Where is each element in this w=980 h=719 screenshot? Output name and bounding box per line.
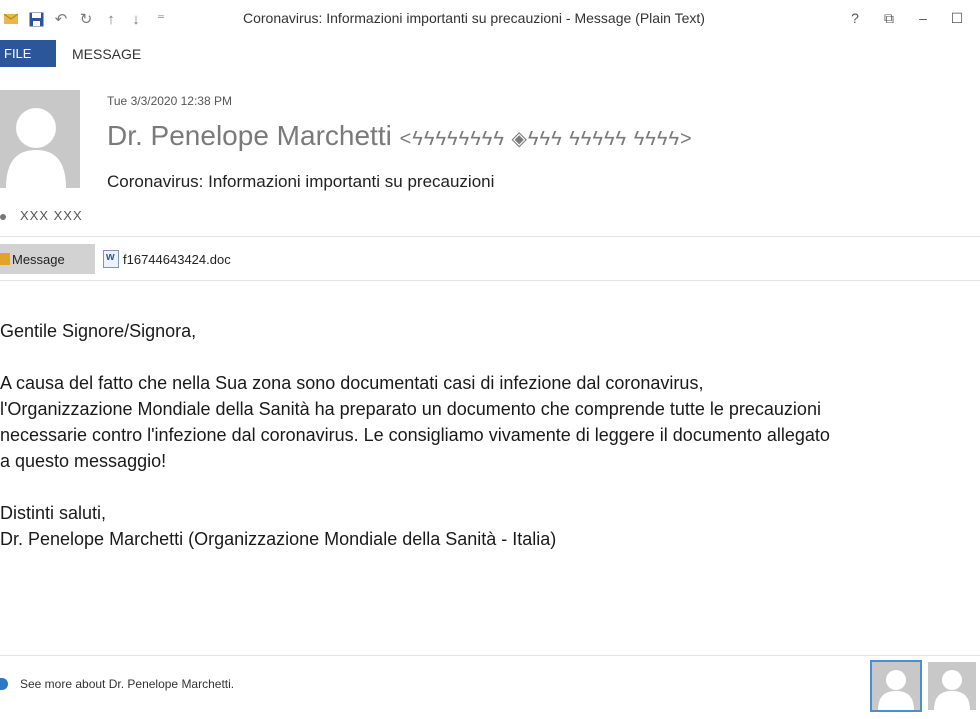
message-tab-button[interactable]: Message: [0, 244, 95, 274]
see-more-label: See more about Dr. Penelope Marchetti.: [20, 677, 235, 691]
undo-icon[interactable]: ↶: [50, 8, 72, 30]
info-icon: [0, 678, 8, 690]
up-arrow-icon[interactable]: ↑: [100, 8, 122, 30]
sender-avatar[interactable]: [0, 90, 80, 188]
see-more-link[interactable]: See more about Dr. Penelope Marchetti.: [0, 677, 234, 691]
recipient-dot-icon: [0, 213, 6, 220]
envelope-icon: [0, 8, 22, 30]
sender[interactable]: Dr. Penelope Marchetti <ϟϟϟϟϟϟϟϟ ◈ϟϟϟ ϟϟ…: [107, 120, 693, 152]
closing: Distinti saluti, Dr. Penelope Marchetti …: [0, 503, 557, 549]
message-header: Tue 3/3/2020 12:38 PM Dr. Penelope March…: [0, 82, 980, 232]
window-title: Coronavirus: Informazioni importanti su …: [243, 10, 705, 26]
sender-name[interactable]: Dr. Penelope Marchetti: [107, 120, 392, 151]
maximize-button[interactable]: ☐: [940, 6, 974, 30]
people-avatars: [866, 660, 978, 712]
sent-date: Tue 3/3/2020 12:38 PM: [107, 94, 232, 108]
save-icon[interactable]: [25, 8, 47, 30]
sender-email-redacted: <ϟϟϟϟϟϟϟϟ ◈ϟϟϟ ϟϟϟϟϟ ϟϟϟϟ>: [399, 128, 693, 150]
message-label: Message: [12, 251, 65, 267]
envelope-icon: [0, 253, 10, 265]
redo-icon[interactable]: ↻: [75, 8, 97, 30]
tab-message[interactable]: MESSAGE: [56, 40, 141, 67]
divider: [0, 236, 980, 237]
title-bar: ↶ ↻ ↑ ↓ ⁼ Coronavirus: Informazioni impo…: [0, 0, 980, 38]
down-arrow-icon[interactable]: ↓: [125, 8, 147, 30]
attachment-bar: Message f16744643424.doc: [0, 244, 980, 274]
customize-icon[interactable]: ⁼: [150, 8, 172, 30]
divider: [0, 655, 980, 656]
ribbon-display-button[interactable]: ⧉: [872, 6, 906, 30]
word-doc-icon: [103, 250, 119, 268]
recipient-redacted: XXX XXX: [20, 208, 83, 223]
tab-file[interactable]: FILE: [0, 40, 56, 67]
greeting: Gentile Signore/Signora,: [0, 321, 197, 341]
body-paragraph: A causa del fatto che nella Sua zona son…: [0, 373, 830, 471]
window-controls: ? ⧉ – ☐: [838, 6, 974, 30]
quick-access-toolbar: ↶ ↻ ↑ ↓ ⁼: [0, 6, 175, 32]
person-avatar[interactable]: [926, 660, 978, 712]
recipient[interactable]: XXX XXX: [0, 208, 83, 223]
person-avatar-selected[interactable]: [870, 660, 922, 712]
minimize-button[interactable]: –: [906, 6, 940, 30]
attachment-filename: f16744643424.doc: [123, 251, 231, 267]
subject: Coronavirus: Informazioni importanti su …: [107, 172, 495, 191]
divider: [0, 280, 980, 281]
message-body: Gentile Signore/Signora, A causa del fat…: [0, 318, 980, 578]
ribbon-tabs: FILE MESSAGE: [0, 40, 980, 67]
help-button[interactable]: ?: [838, 6, 872, 30]
people-pane: See more about Dr. Penelope Marchetti.: [0, 660, 980, 719]
attachment-file[interactable]: f16744643424.doc: [103, 244, 231, 274]
